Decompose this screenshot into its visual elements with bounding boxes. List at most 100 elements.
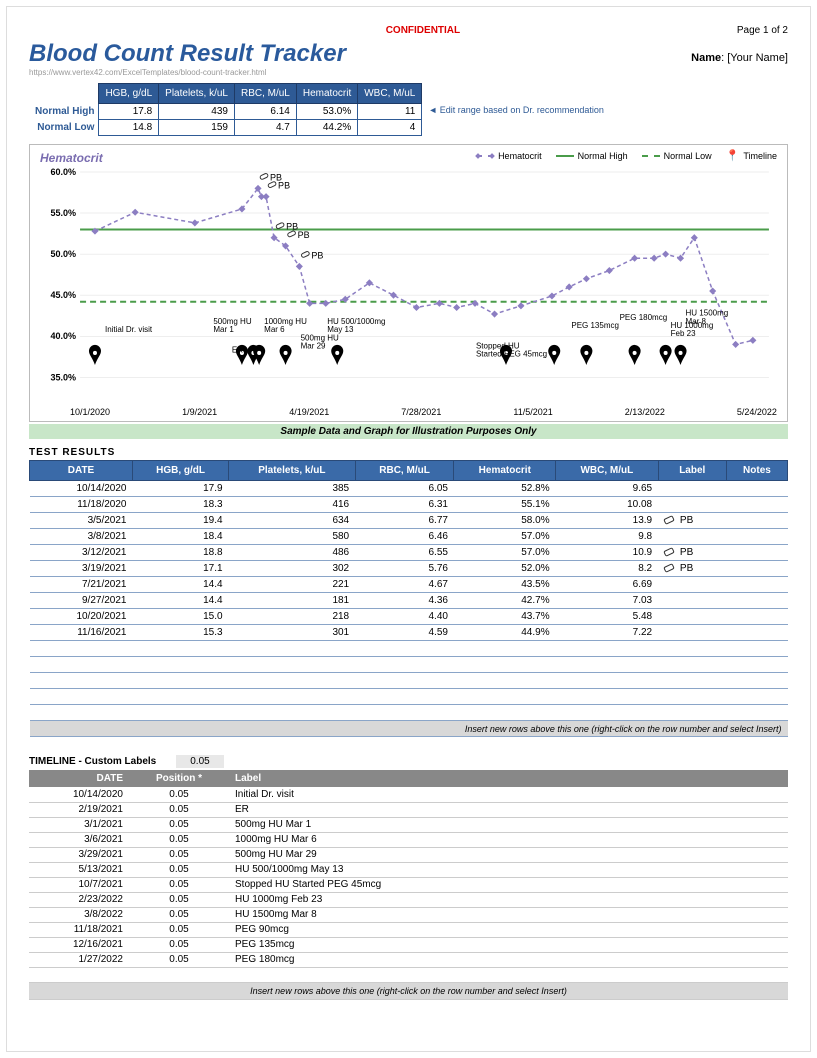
cell[interactable]: 302	[229, 561, 356, 577]
cell[interactable]: PEG 135mcg	[229, 937, 788, 952]
cell[interactable]	[454, 689, 556, 705]
label-cell[interactable]	[658, 577, 726, 593]
cell[interactable]	[658, 641, 726, 657]
cell[interactable]: 181	[229, 593, 356, 609]
notes-cell[interactable]	[726, 513, 787, 529]
cell[interactable]: 0.05	[129, 862, 229, 877]
notes-cell[interactable]	[726, 481, 787, 497]
cell[interactable]: ER	[229, 802, 788, 817]
cell[interactable]: 9.65	[556, 481, 659, 497]
cell[interactable]: 4.67	[355, 577, 454, 593]
cell[interactable]: 3/5/2021	[30, 513, 133, 529]
cell[interactable]: 6.46	[355, 529, 454, 545]
cell[interactable]: 15.0	[133, 609, 229, 625]
label-cell[interactable]: PB	[658, 513, 726, 529]
cell[interactable]: 19.4	[133, 513, 229, 529]
cell[interactable]: 385	[229, 481, 356, 497]
cell[interactable]: 42.7%	[454, 593, 556, 609]
cell[interactable]: 0.05	[129, 802, 229, 817]
cell[interactable]: 416	[229, 497, 356, 513]
cell[interactable]	[30, 673, 133, 689]
cell[interactable]: 221	[229, 577, 356, 593]
cell[interactable]: 10.9	[556, 545, 659, 561]
cell[interactable]	[355, 689, 454, 705]
cell[interactable]: 6.69	[556, 577, 659, 593]
cell[interactable]: 12/16/2021	[29, 937, 129, 952]
cell[interactable]	[133, 641, 229, 657]
cell[interactable]: 0.05	[129, 907, 229, 922]
cell[interactable]: 4.7	[234, 120, 296, 136]
cell[interactable]: 4.40	[355, 609, 454, 625]
cell[interactable]	[658, 673, 726, 689]
cell[interactable]	[29, 967, 129, 982]
cell[interactable]: 218	[229, 609, 356, 625]
cell[interactable]	[30, 641, 133, 657]
cell[interactable]	[726, 641, 787, 657]
cell[interactable]: 7/21/2021	[30, 577, 133, 593]
cell[interactable]: 14.4	[133, 593, 229, 609]
cell[interactable]: 10.08	[556, 497, 659, 513]
cell[interactable]: 10/14/2020	[30, 481, 133, 497]
cell[interactable]: 3/19/2021	[30, 561, 133, 577]
cell[interactable]: PEG 90mcg	[229, 922, 788, 937]
cell[interactable]: 11/16/2021	[30, 625, 133, 641]
cell[interactable]: 9/27/2021	[30, 593, 133, 609]
cell[interactable]: 3/29/2021	[29, 847, 129, 862]
cell[interactable]: 6.31	[355, 497, 454, 513]
cell[interactable]: 0.05	[129, 817, 229, 832]
cell[interactable]: 44.2%	[296, 120, 357, 136]
cell[interactable]	[133, 705, 229, 721]
cell[interactable]: 18.3	[133, 497, 229, 513]
notes-cell[interactable]	[726, 529, 787, 545]
cell[interactable]: HU 500/1000mg May 13	[229, 862, 788, 877]
cell[interactable]: PEG 180mcg	[229, 952, 788, 967]
cell[interactable]	[355, 657, 454, 673]
cell[interactable]	[229, 967, 788, 982]
cell[interactable]: 57.0%	[454, 545, 556, 561]
cell[interactable]: 3/12/2021	[30, 545, 133, 561]
cell[interactable]: 3/6/2021	[29, 832, 129, 847]
cell[interactable]: 43.5%	[454, 577, 556, 593]
cell[interactable]	[726, 657, 787, 673]
cell[interactable]: 10/7/2021	[29, 877, 129, 892]
cell[interactable]: 10/20/2021	[30, 609, 133, 625]
notes-cell[interactable]	[726, 561, 787, 577]
cell[interactable]: 52.0%	[454, 561, 556, 577]
cell[interactable]: 0.05	[129, 832, 229, 847]
cell[interactable]: 55.1%	[454, 497, 556, 513]
cell[interactable]: 3/8/2022	[29, 907, 129, 922]
label-cell[interactable]	[658, 593, 726, 609]
cell[interactable]: 301	[229, 625, 356, 641]
cell[interactable]	[556, 689, 659, 705]
cell[interactable]: 6.77	[355, 513, 454, 529]
cell[interactable]: 17.8	[99, 104, 159, 120]
cell[interactable]: 18.8	[133, 545, 229, 561]
cell[interactable]: 439	[159, 104, 235, 120]
cell[interactable]: 0.05	[129, 892, 229, 907]
cell[interactable]: 18.4	[133, 529, 229, 545]
cell[interactable]	[658, 705, 726, 721]
label-cell[interactable]: PB	[658, 561, 726, 577]
cell[interactable]: 0.05	[129, 847, 229, 862]
cell[interactable]: 500mg HU Mar 29	[229, 847, 788, 862]
cell[interactable]: 11	[358, 104, 422, 120]
cell[interactable]	[454, 705, 556, 721]
cell[interactable]: 15.3	[133, 625, 229, 641]
timeline-default-pos[interactable]: 0.05	[176, 755, 223, 768]
cell[interactable]	[454, 673, 556, 689]
cell[interactable]: 6.05	[355, 481, 454, 497]
cell[interactable]: 5.48	[556, 609, 659, 625]
cell[interactable]: 44.9%	[454, 625, 556, 641]
cell[interactable]: 580	[229, 529, 356, 545]
cell[interactable]	[229, 689, 356, 705]
cell[interactable]: 8.2	[556, 561, 659, 577]
notes-cell[interactable]	[726, 625, 787, 641]
cell[interactable]: 7.03	[556, 593, 659, 609]
cell[interactable]: 3/1/2021	[29, 817, 129, 832]
cell[interactable]: 6.14	[234, 104, 296, 120]
cell[interactable]	[355, 705, 454, 721]
cell[interactable]	[129, 967, 229, 982]
cell[interactable]	[133, 673, 229, 689]
cell[interactable]: HU 1000mg Feb 23	[229, 892, 788, 907]
cell[interactable]	[229, 657, 356, 673]
